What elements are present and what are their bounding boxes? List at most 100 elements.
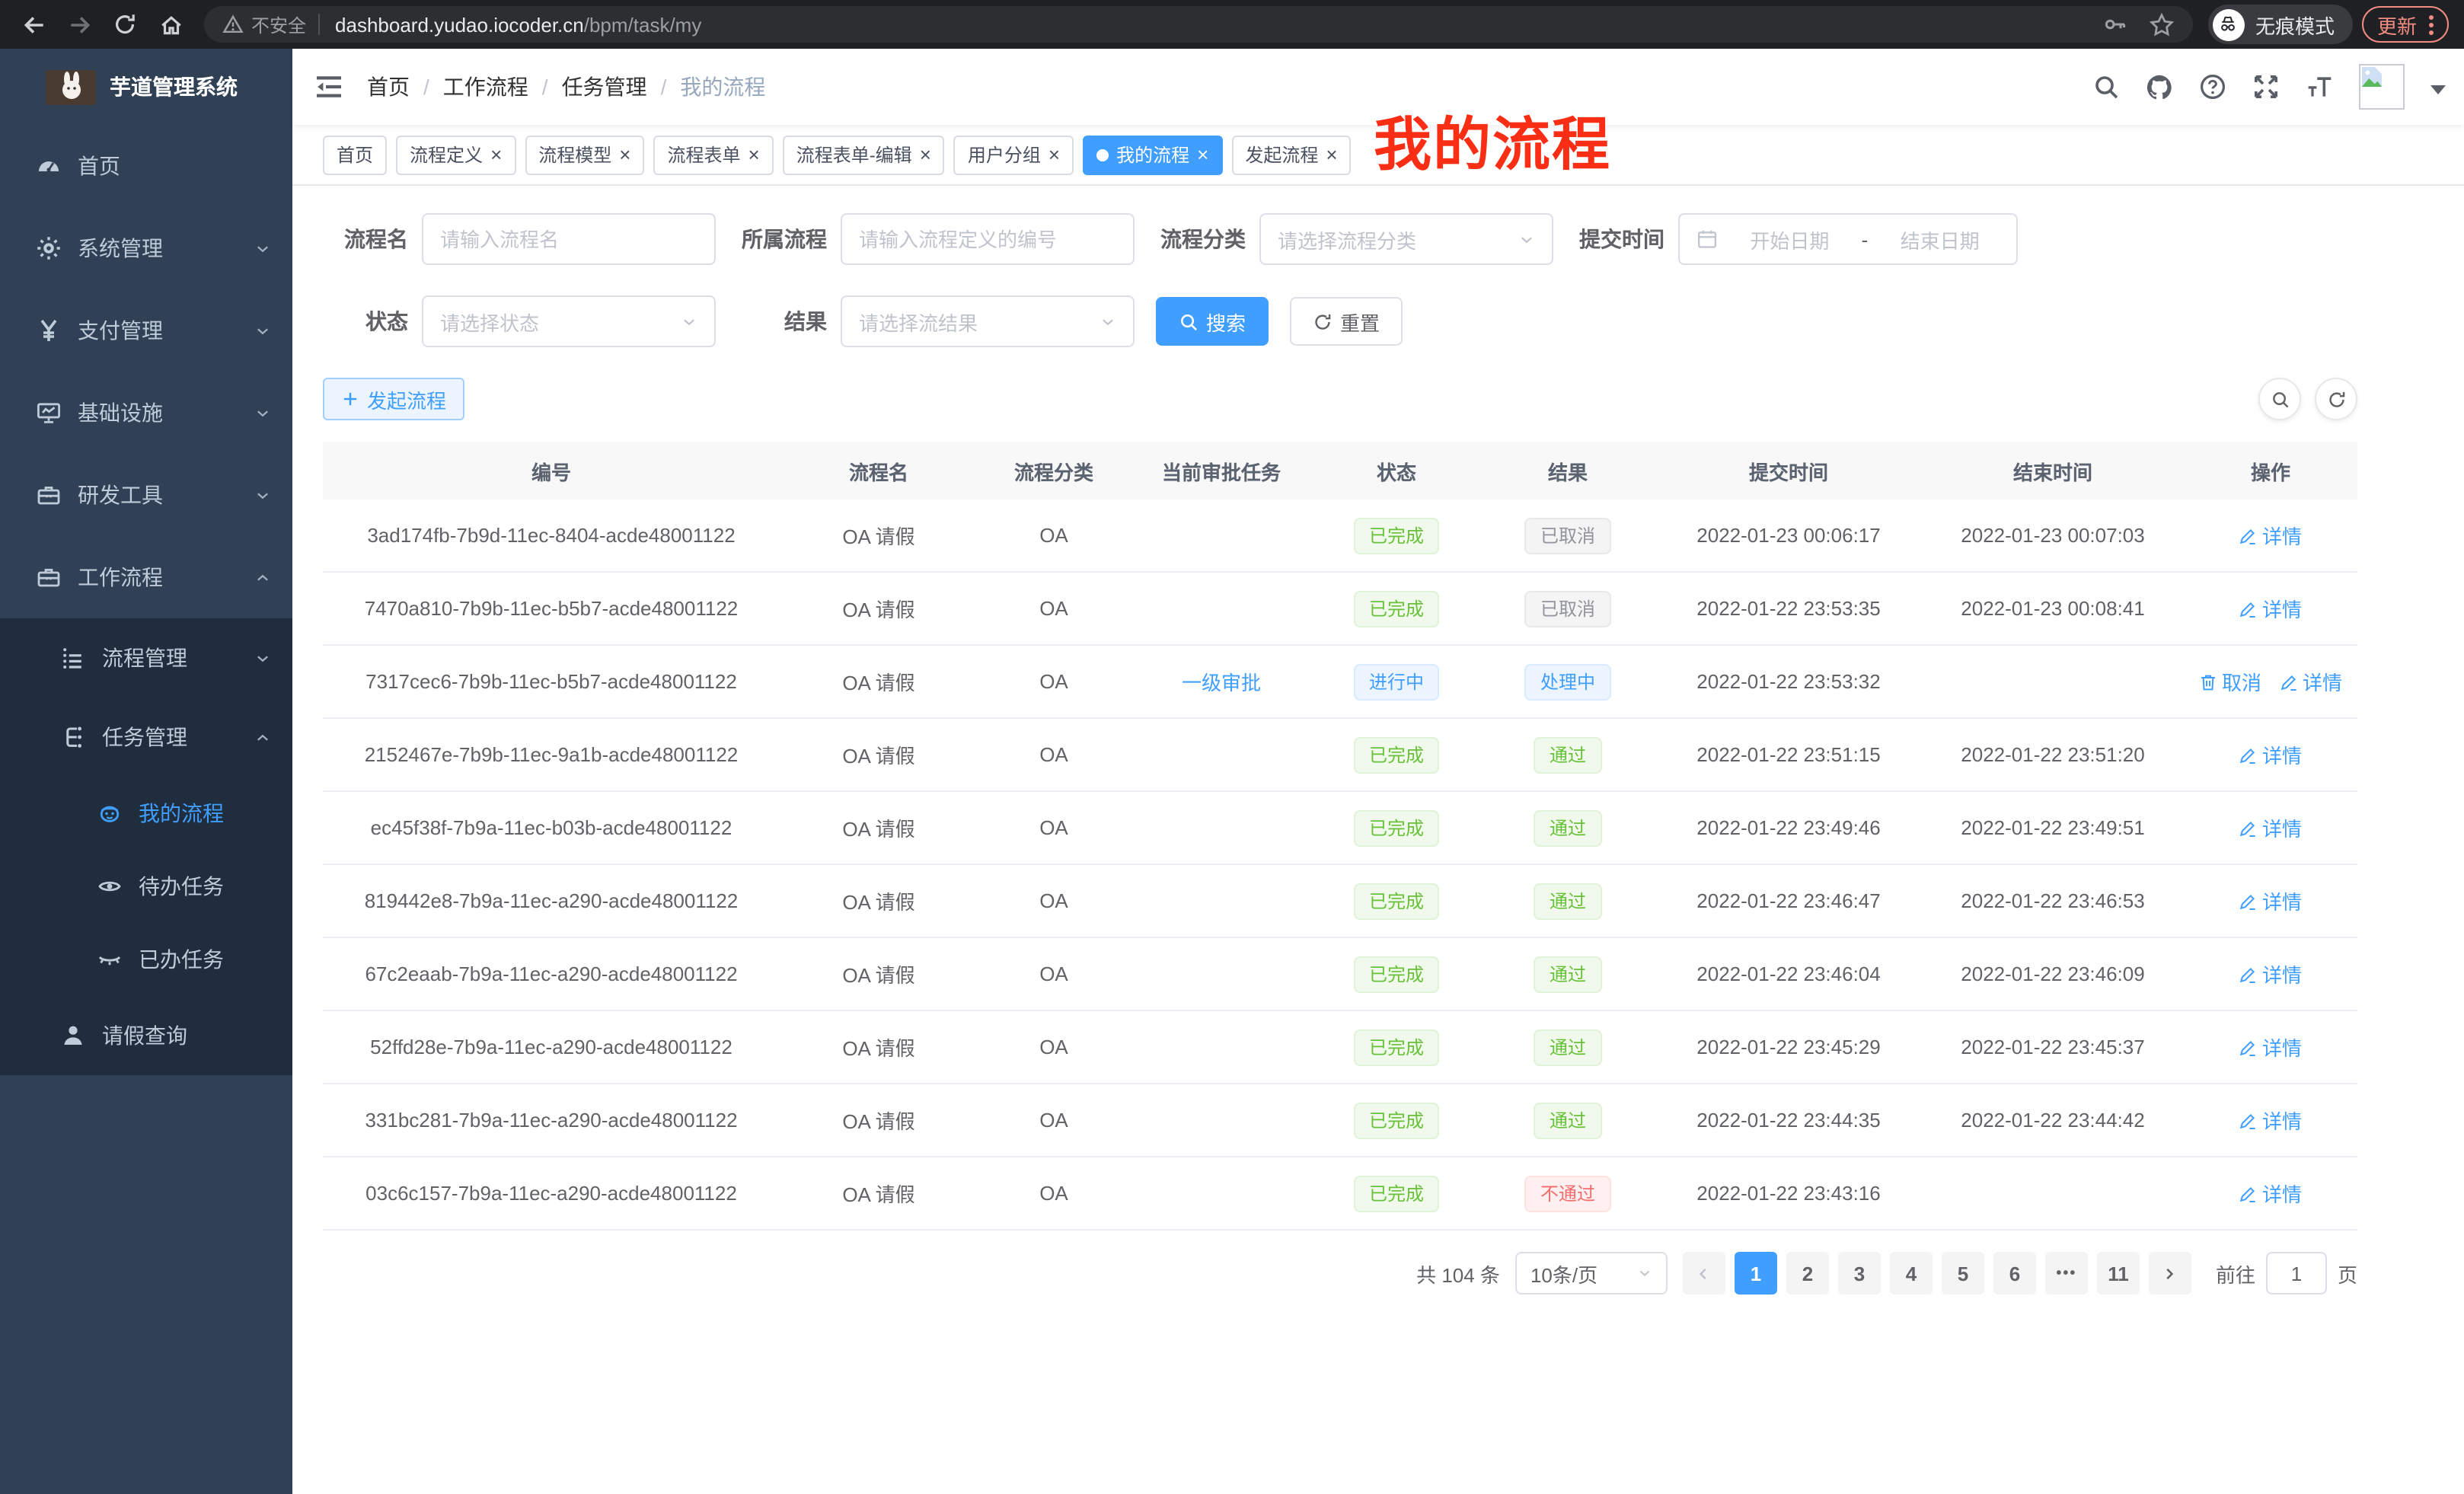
- current-task-link[interactable]: 一级审批: [1182, 667, 1261, 696]
- chevron-down-icon: [254, 487, 271, 503]
- prev-page-button[interactable]: [1683, 1252, 1725, 1294]
- sidebar: 芋道管理系统 首页 系统管理 支付管理 基础设施: [0, 49, 292, 1494]
- breadcrumb-workflow[interactable]: 工作流程: [443, 72, 528, 102]
- tab-process-form-edit[interactable]: 流程表单-编辑: [783, 135, 945, 174]
- avatar[interactable]: [2359, 64, 2405, 110]
- show-search-button[interactable]: [2258, 378, 2301, 420]
- security-label[interactable]: 不安全: [251, 11, 306, 37]
- search-icon[interactable]: [2092, 73, 2120, 101]
- tab-process-definition[interactable]: 流程定义: [396, 135, 515, 174]
- fullscreen-icon[interactable]: [2252, 73, 2280, 101]
- password-key-icon[interactable]: [2103, 12, 2127, 37]
- page-button[interactable]: 4: [1890, 1252, 1933, 1294]
- end-date-placeholder[interactable]: 结束日期: [1880, 225, 2000, 254]
- start-process-button[interactable]: 发起流程: [323, 378, 464, 420]
- close-icon[interactable]: [619, 144, 630, 165]
- close-icon[interactable]: [920, 144, 931, 165]
- back-button[interactable]: [15, 6, 52, 43]
- close-icon[interactable]: [748, 144, 760, 165]
- bookmark-star-icon[interactable]: [2149, 11, 2175, 37]
- cancel-link[interactable]: 取消: [2199, 667, 2261, 696]
- sidebar-item-done-tasks[interactable]: 已办任务: [0, 923, 292, 996]
- breadcrumb-task-management[interactable]: 任务管理: [562, 72, 647, 102]
- browser-toolbar: 不安全 dashboard.yudao.iocoder.cn /bpm/task…: [0, 0, 2464, 49]
- sidebar-item-todo-tasks[interactable]: 待办任务: [0, 850, 292, 923]
- detail-link[interactable]: 详情: [2239, 1179, 2302, 1208]
- font-size-icon[interactable]: [2306, 73, 2333, 101]
- home-button[interactable]: [152, 6, 189, 43]
- sidebar-item-task-management[interactable]: 任务管理: [0, 698, 292, 777]
- submit-time-range-picker[interactable]: 开始日期 - 结束日期: [1678, 213, 2018, 265]
- sidebar-item-devtools[interactable]: 研发工具: [0, 454, 292, 536]
- page-button[interactable]: 1: [1735, 1252, 1777, 1294]
- header-actions: [2092, 64, 2464, 110]
- chevron-down-icon[interactable]: [2430, 85, 2446, 94]
- result-badge: 已取消: [1525, 517, 1610, 554]
- process-name-input[interactable]: [422, 213, 716, 265]
- browser-update-button[interactable]: 更新: [2362, 6, 2449, 43]
- tab-user-group[interactable]: 用户分组: [954, 135, 1074, 174]
- page-button[interactable]: 6: [1993, 1252, 2036, 1294]
- detail-link[interactable]: 详情: [2239, 1033, 2302, 1061]
- table-header-row: 编号 流程名 流程分类 当前审批任务 状态 结果 提交时间 结束时间 操作: [323, 442, 2357, 500]
- tab-home[interactable]: 首页: [323, 135, 387, 174]
- sidebar-item-system[interactable]: 系统管理: [0, 207, 292, 289]
- help-icon[interactable]: [2199, 73, 2226, 101]
- detail-link[interactable]: 详情: [2239, 521, 2302, 550]
- forward-button[interactable]: [61, 6, 97, 43]
- page-button[interactable]: 3: [1838, 1252, 1881, 1294]
- start-date-placeholder[interactable]: 开始日期: [1730, 225, 1850, 254]
- hamburger-icon[interactable]: [314, 72, 344, 102]
- dashboard-icon: [37, 154, 61, 178]
- result-select[interactable]: 请选择流结果: [841, 295, 1135, 347]
- page-button[interactable]: 11: [2097, 1252, 2140, 1294]
- detail-link[interactable]: 详情: [2239, 813, 2302, 842]
- sidebar-item-leave-query[interactable]: 请假查询: [0, 996, 292, 1075]
- sidebar-item-my-process[interactable]: 我的流程: [0, 777, 292, 850]
- reset-button[interactable]: 重置: [1290, 297, 1403, 346]
- page-button[interactable]: 2: [1786, 1252, 1829, 1294]
- github-icon[interactable]: [2146, 73, 2173, 101]
- close-icon[interactable]: [1326, 144, 1337, 165]
- tab-process-form[interactable]: 流程表单: [653, 135, 773, 174]
- detail-link[interactable]: 详情: [2239, 740, 2302, 769]
- sidebar-item-infrastructure[interactable]: 基础设施: [0, 372, 292, 454]
- process-definition-input[interactable]: [841, 213, 1135, 265]
- breadcrumb: 首页 / 工作流程 / 任务管理 / 我的流程: [367, 72, 765, 102]
- table-row: 67c2eaab-7b9a-11ec-a290-acde48001122 OA …: [323, 938, 2357, 1011]
- filter-label: 状态: [323, 306, 408, 337]
- detail-link[interactable]: 详情: [2239, 959, 2302, 988]
- tab-my-process[interactable]: 我的流程: [1083, 135, 1222, 174]
- sidebar-item-workflow[interactable]: 工作流程: [0, 536, 292, 618]
- next-page-button[interactable]: [2149, 1252, 2191, 1294]
- sidebar-item-payment[interactable]: 支付管理: [0, 289, 292, 372]
- url-path: /bpm/task/my: [584, 13, 702, 36]
- address-bar[interactable]: 不安全 dashboard.yudao.iocoder.cn /bpm/task…: [204, 6, 2193, 43]
- category-select[interactable]: 请选择流程分类: [1259, 213, 1553, 265]
- close-icon[interactable]: [490, 144, 502, 165]
- close-icon[interactable]: [1197, 144, 1208, 165]
- detail-link[interactable]: 详情: [2280, 667, 2342, 696]
- filter-label: 流程分类: [1154, 224, 1246, 254]
- tab-process-model[interactable]: 流程模型: [525, 135, 644, 174]
- page-button[interactable]: 5: [1942, 1252, 1984, 1294]
- breadcrumb-home[interactable]: 首页: [367, 72, 410, 102]
- detail-link[interactable]: 详情: [2239, 1106, 2302, 1135]
- page-size-select[interactable]: 10条/页: [1515, 1252, 1668, 1294]
- detail-link[interactable]: 详情: [2239, 594, 2302, 623]
- refresh-table-button[interactable]: [2315, 378, 2357, 420]
- tab-start-process[interactable]: 发起流程: [1231, 135, 1351, 174]
- close-icon[interactable]: [1048, 144, 1060, 165]
- status-select[interactable]: 请选择状态: [422, 295, 716, 347]
- sidebar-item-home[interactable]: 首页: [0, 125, 292, 207]
- breadcrumb-current: 我的流程: [680, 72, 765, 102]
- goto-page-input[interactable]: [2266, 1252, 2327, 1294]
- browser-menu-icon[interactable]: [2429, 14, 2434, 34]
- status-badge: 已完成: [1354, 956, 1439, 992]
- detail-link[interactable]: 详情: [2239, 886, 2302, 915]
- search-button[interactable]: 搜索: [1156, 297, 1269, 346]
- sidebar-item-process-management[interactable]: 流程管理: [0, 618, 292, 698]
- reload-button[interactable]: [107, 6, 143, 43]
- more-pages-button[interactable]: •••: [2045, 1252, 2088, 1294]
- col-header: 结果: [1480, 456, 1655, 485]
